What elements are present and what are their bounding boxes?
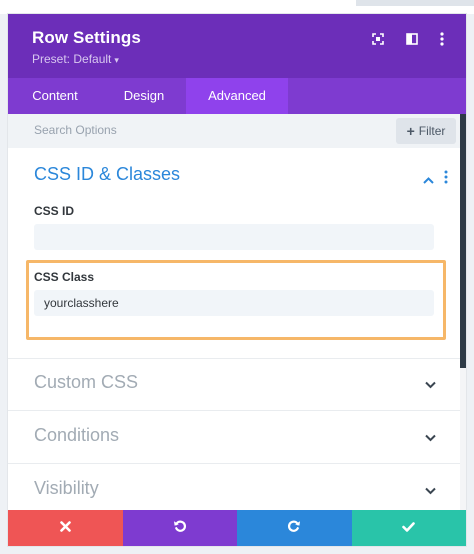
chevron-down-icon xyxy=(425,429,436,447)
close-icon xyxy=(59,519,71,537)
caret-down-icon: ▾ xyxy=(114,55,119,65)
css-id-label: CSS ID xyxy=(34,204,75,218)
tab-design[interactable]: Design xyxy=(102,78,186,114)
scrollbar[interactable] xyxy=(460,114,466,510)
more-options-icon[interactable] xyxy=(431,28,453,50)
section-title[interactable]: CSS ID & Classes xyxy=(34,164,180,185)
chevron-down-icon xyxy=(425,482,436,500)
filter-button[interactable]: + Filter xyxy=(396,118,456,144)
modal-title: Row Settings xyxy=(32,28,141,47)
group-visibility[interactable]: Visibility xyxy=(8,464,460,510)
group-label: Conditions xyxy=(34,425,120,445)
group-label: Visibility xyxy=(34,478,99,498)
tab-content[interactable]: Content xyxy=(8,78,102,114)
css-class-input[interactable]: yourclasshere xyxy=(34,290,434,316)
redo-button[interactable] xyxy=(237,510,352,546)
settings-content: Search Options + Filter CSS ID & Classes… xyxy=(8,114,466,510)
tab-advanced[interactable]: Advanced xyxy=(186,78,288,114)
scrollbar-thumb[interactable] xyxy=(460,114,466,368)
check-icon xyxy=(402,519,416,537)
group-label: Custom CSS xyxy=(34,372,139,392)
save-button[interactable] xyxy=(351,510,466,546)
group-conditions[interactable]: Conditions xyxy=(8,411,460,463)
background-element xyxy=(356,0,474,6)
chevron-up-icon[interactable] xyxy=(423,171,434,189)
css-class-label: CSS Class xyxy=(34,270,95,284)
expand-icon[interactable] xyxy=(367,28,389,50)
search-bar: Search Options + Filter xyxy=(8,114,466,148)
preset-selector[interactable]: Preset: Default ▾ xyxy=(32,52,119,66)
section-controls xyxy=(423,170,448,189)
modal-footer xyxy=(8,510,466,546)
row-settings-modal: Row Settings Preset: Default ▾ Content D… xyxy=(8,14,466,546)
group-custom-css[interactable]: Custom CSS xyxy=(8,358,460,410)
plus-icon: + xyxy=(406,123,415,139)
undo-icon xyxy=(173,519,187,538)
search-input[interactable]: Search Options xyxy=(34,123,117,137)
tab-bar: Content Design Advanced xyxy=(8,78,466,114)
preset-label: Preset: Default xyxy=(32,52,112,66)
chevron-down-icon xyxy=(425,376,436,394)
undo-button[interactable] xyxy=(122,510,237,546)
section-more-icon[interactable] xyxy=(444,170,448,189)
discard-button[interactable] xyxy=(8,510,123,546)
redo-icon xyxy=(287,519,301,538)
modal-header: Row Settings Preset: Default ▾ xyxy=(8,14,466,78)
sidebar-layout-icon[interactable] xyxy=(401,28,423,50)
filter-label: Filter xyxy=(418,124,446,138)
css-id-input[interactable] xyxy=(34,224,434,250)
